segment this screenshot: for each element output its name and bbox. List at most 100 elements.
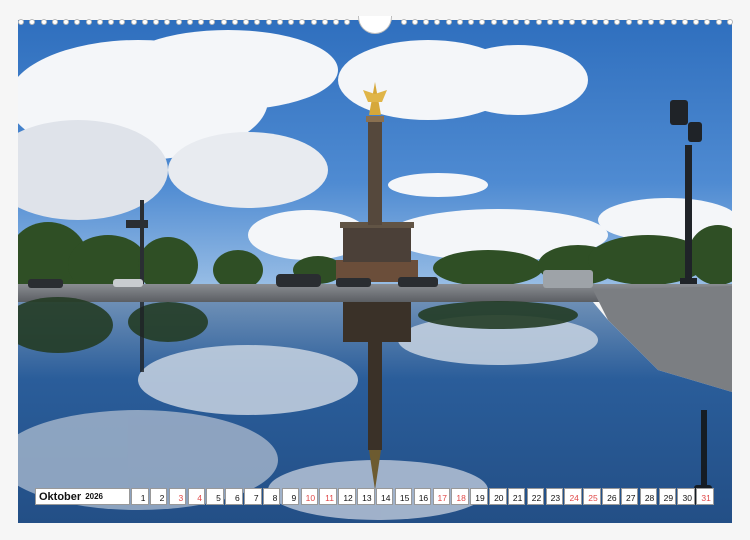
binding-hole [625,19,632,25]
day-cell: 15 [394,488,413,505]
binding-hole [153,19,159,25]
day-number: 6 [234,493,240,503]
binding-hole [715,19,722,25]
binding-hole [254,19,261,25]
binding-hole [130,19,137,25]
binding-hole [693,19,699,25]
day-cell: 18 [451,488,469,505]
day-cell: 4 [187,488,206,505]
binding-hole [468,19,474,25]
day-cell: 25 [583,488,601,505]
binding-hole [445,19,452,25]
day-cell: 28 [639,488,658,505]
day-cell: 23 [545,488,564,505]
binding-hole [51,19,58,25]
day-cell: 26 [602,488,620,505]
day-number: 22 [531,493,542,503]
binding-hole [198,19,204,25]
binding-hole [569,19,576,25]
day-number: 5 [216,493,221,503]
binding-hole [490,19,497,25]
day-number: 18 [456,493,466,503]
day-number: 28 [644,493,655,503]
day-cell: 10 [300,488,319,505]
binding-hole [411,19,418,25]
day-cell: 12 [338,488,356,505]
day-cell: 8 [262,488,281,505]
day-number: 25 [588,493,598,503]
day-cells: 1 2 3 4 5 6 7 8 9 10 11 12 13 14 15 16 17 18 19 20 21 22 23 24 2… [131,488,715,505]
binding-hole [524,19,531,25]
binding-hole [18,19,24,25]
day-cell: 6 [225,488,243,505]
binding-hole [344,19,351,25]
day-cell: 1 [131,488,149,505]
month-name: Oktober [39,490,82,503]
day-cell: 7 [244,488,262,505]
binding-hole [85,19,92,25]
binding-hole [29,19,36,25]
binding-hole [681,19,688,25]
binding-hole [299,19,306,25]
day-number: 9 [291,493,297,503]
day-cell: 16 [413,488,432,505]
binding-hole [726,19,733,25]
day-cell: 2 [149,488,168,505]
photo-victory-column-reflection [18,20,732,523]
binding-hole [648,19,654,25]
day-cell: 30 [677,488,695,505]
binding-hole [456,19,463,25]
binding-hole [659,19,666,25]
binding-hole [434,19,441,25]
day-cell: 5 [206,488,224,505]
day-cell: 19 [470,488,488,505]
day-number: 16 [418,493,429,503]
binding-hole [243,19,249,25]
binding-hole [479,19,486,25]
binding-hole [423,19,429,25]
binding-hole [265,19,272,25]
binding-hole [558,19,564,25]
month-label: Oktober 2026 [35,488,130,505]
day-number: 21 [512,493,523,503]
binding-hole [400,19,407,25]
binding-hole [310,19,317,25]
day-number: 24 [569,493,579,503]
day-number: 8 [272,493,278,503]
binding-hole [231,19,238,25]
calendar-page: Oktober 2026 1 2 3 4 5 6 7 8 9 10 11 12 13 14 15 16 17 18… [0,0,750,540]
day-number: 31 [701,493,711,503]
day-cell: 22 [526,488,545,505]
day-number: 10 [305,493,316,503]
day-cell: 29 [658,488,677,505]
day-number: 26 [607,493,617,503]
binding-hole [119,19,126,25]
day-number: 4 [197,493,203,503]
binding-hole [276,19,283,25]
day-cell: 27 [620,488,639,505]
day-number: 19 [475,493,485,503]
day-number: 15 [399,493,410,503]
binding-hole [288,19,294,25]
day-cell: 13 [357,488,375,505]
calendar-strip: Oktober 2026 1 2 3 4 5 6 7 8 9 10 11 12 13 14 15 16 17 18… [35,488,715,505]
binding-hole [209,19,216,25]
day-number: 27 [625,493,636,503]
day-number: 29 [663,493,674,503]
day-number: 23 [550,493,561,503]
day-cell: 3 [168,488,187,505]
day-number: 14 [381,493,391,503]
binding-hole [603,19,609,25]
binding-hole [580,19,587,25]
binding-hole [141,19,148,25]
day-cell: 11 [319,488,337,505]
day-number: 30 [682,493,692,503]
day-cell: 17 [432,488,450,505]
day-number: 7 [253,493,259,503]
binding-hole [96,19,103,25]
binding-hole [333,19,339,25]
day-number: 12 [343,493,353,503]
day-cell: 24 [564,488,582,505]
binding-hole [636,19,643,25]
binding-hole [108,19,114,25]
